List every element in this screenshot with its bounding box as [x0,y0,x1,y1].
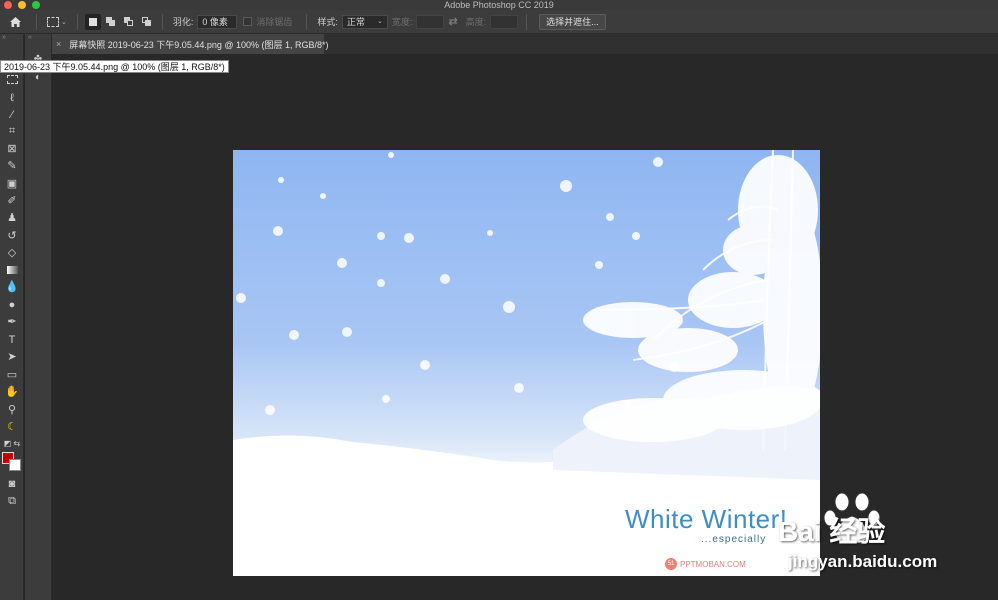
select-and-mask-button[interactable]: 选择并遮住... [539,13,606,30]
subtract-selection-icon [123,16,134,27]
watermark-url: jingyan.baidu.com [788,552,938,571]
tab-tooltip: 2019-06-23 下午9.05.44.png @ 100% (图层 1, R… [0,60,229,73]
gradient-icon[interactable] [2,262,22,277]
magic-wand-icon[interactable]: ⁄ [2,107,22,122]
document-tab-title: 屏幕快照 2019-06-23 下午9.05.44.png @ 100% (图层… [69,39,329,50]
home-button[interactable] [0,10,30,34]
chevron-down-icon: ⌄ [61,18,67,26]
type-icon[interactable]: T [2,332,22,347]
options-bar: ⌄ 羽化: 0 像素 消除锯齿 样式: 正常 ⌄ 宽度: ⇄ 高度: 选择并遮住… [0,10,998,34]
width-label: 宽度: [391,17,413,27]
image-brand: 51 PPTMOBAN.COM [665,558,746,570]
style-value: 正常 [346,16,365,27]
crop-icon[interactable]: ⌗ [2,124,22,139]
image-subline: ...especially [701,534,767,545]
antialias-checkbox[interactable] [243,17,253,26]
screen-mode-icon[interactable]: ⧉ [2,494,22,509]
title-bar: Adobe Photoshop CC 2019 [0,0,998,10]
add-selection-icon [105,16,116,27]
add-to-selection-button[interactable] [103,14,119,30]
frame-icon[interactable]: ⊠ [2,141,22,156]
divider [76,13,78,30]
document-tab[interactable]: × 屏幕快照 2019-06-23 下午9.05.44.png @ 100% (… [52,34,329,54]
home-icon [9,16,21,27]
antialias-label: 消除锯齿 [256,17,293,27]
zoom-icon[interactable]: ⚲ [2,402,22,417]
divider [306,13,308,30]
rectangular-marquee-icon [47,16,59,27]
width-input[interactable] [416,14,445,29]
marquee-icon[interactable] [2,72,22,87]
eraser-icon[interactable]: ◇ [2,245,22,260]
path-select-icon[interactable]: ➤ [2,349,22,364]
intersect-selection-button[interactable] [139,14,155,30]
intersect-selection-icon [141,16,152,27]
history-brush-icon[interactable]: ↺ [2,228,22,243]
swap-dimensions-icon[interactable]: ⇄ [448,15,457,28]
watermark-main-text: Bai 经验 [778,516,886,547]
divider [36,13,37,30]
panel-expand-icon[interactable]: « [25,34,51,42]
divider [161,13,163,30]
eyedropper-icon[interactable]: ✎ [2,158,22,173]
divider [526,13,528,30]
height-input[interactable] [490,14,519,29]
height-label: 高度: [465,17,487,27]
dodge-icon[interactable]: ● [2,297,22,312]
new-selection-icon [88,17,97,26]
tool-preset-picker[interactable]: ⌄ [43,16,71,27]
pen-icon[interactable]: ✒ [2,314,22,329]
document-canvas[interactable]: White Winter! ...especially 51 PPTMOBAN.… [233,150,820,576]
quick-mask-icon[interactable]: ◙ [2,476,22,491]
baidu-watermark: Bai 经验 jingyan.baidu.com [760,490,995,580]
brand-badge: 51 [665,558,677,570]
subtract-from-selection-button[interactable] [121,14,137,30]
chevron-down-icon: ⌄ [377,17,383,25]
document-tab-bar: × 屏幕快照 2019-06-23 下午9.05.44.png @ 100% (… [52,34,998,54]
app-title: Adobe Photoshop CC 2019 [444,0,554,10]
blur-icon[interactable]: 💧 [2,279,22,294]
collapsed-panels: « ✤ ◐ [25,34,52,600]
spot-healing-icon[interactable]: ▣ [2,176,22,191]
feather-input[interactable]: 0 像素 [197,14,238,29]
style-select[interactable]: 正常 ⌄ [341,14,388,29]
brand-text: PPTMOBAN.COM [680,559,746,569]
brush-icon[interactable]: ✐ [2,193,22,208]
new-selection-button[interactable] [84,13,101,30]
edit-toolbar-icon[interactable]: ☾ [2,419,22,434]
background-color-swatch[interactable] [9,459,21,471]
style-label: 样式: [317,17,338,27]
hand-icon[interactable]: ✋ [2,384,22,399]
default-colors-icon[interactable]: ◩ ⇆ [2,436,22,451]
close-tab-icon[interactable]: × [56,39,61,49]
feather-label: 羽化: [172,17,194,27]
lasso-icon[interactable]: ℓ [2,90,22,105]
panel-collapse-icon[interactable]: » [0,34,23,42]
rectangle-icon[interactable]: ▭ [2,367,22,382]
clone-stamp-icon[interactable]: ♟ [2,210,22,225]
tools-panel: » ✥ ℓ ⁄ ⌗ ⊠ ✎ ▣ ✐ ♟ ↺ ◇ 💧 ● ✒ T ➤ ▭ ✋ ⚲ … [0,34,24,600]
